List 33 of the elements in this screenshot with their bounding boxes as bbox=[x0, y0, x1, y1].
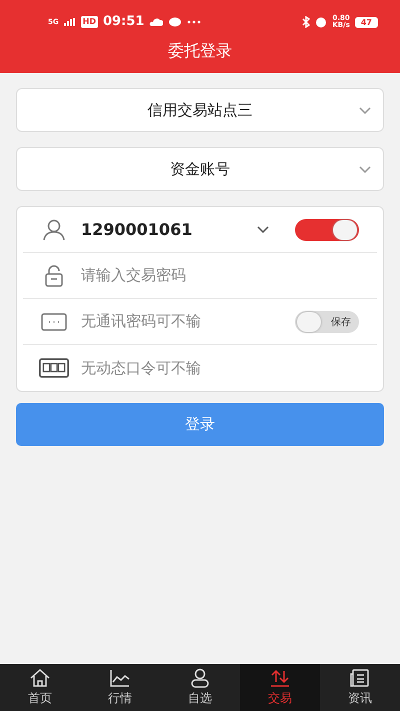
status-time: 09:51 bbox=[102, 13, 144, 32]
input-field[interactable]: 无动态口令可不输 bbox=[81, 356, 377, 380]
tab-button[interactable]: 交易 bbox=[240, 664, 320, 711]
input-field[interactable]: 无通讯密码可不输 bbox=[81, 310, 295, 333]
person-icon bbox=[189, 668, 211, 688]
chevron-down-icon bbox=[359, 166, 371, 172]
page-title: 委托登录 bbox=[167, 40, 233, 62]
person-icon bbox=[43, 218, 65, 240]
news-icon bbox=[349, 668, 371, 688]
chevron-down-icon bbox=[359, 106, 371, 114]
chevron-down-icon bbox=[257, 226, 269, 233]
weather-icon bbox=[149, 17, 164, 27]
hd-badge: HD bbox=[80, 16, 98, 28]
dropdown-selector[interactable]: 资金账号 bbox=[16, 147, 384, 191]
battery-indicator: 47 bbox=[354, 16, 378, 28]
token-device-icon bbox=[39, 357, 69, 379]
chart-icon bbox=[109, 668, 131, 688]
tab-button[interactable]: 行情 bbox=[80, 664, 160, 711]
bluetooth-icon bbox=[302, 16, 310, 28]
trade-icon bbox=[269, 668, 291, 688]
home-icon bbox=[29, 668, 51, 688]
tab-button[interactable]: 资讯 bbox=[320, 664, 400, 711]
toggle-switch[interactable] bbox=[295, 218, 359, 240]
tab-button[interactable]: 自选 bbox=[160, 664, 240, 711]
toggle-switch[interactable]: 保存 bbox=[295, 310, 359, 332]
dotted-rectangle-icon bbox=[41, 312, 67, 330]
account-number-field[interactable]: 1290001061 bbox=[81, 218, 257, 242]
signal-icon bbox=[64, 18, 76, 26]
more-icon bbox=[187, 20, 202, 24]
lock-icon bbox=[44, 264, 64, 286]
tab-button[interactable]: 首页 bbox=[0, 664, 80, 711]
input-field[interactable]: 请输入交易密码 bbox=[81, 264, 377, 287]
dropdown-selector[interactable]: 信用交易站点三 bbox=[16, 88, 384, 132]
